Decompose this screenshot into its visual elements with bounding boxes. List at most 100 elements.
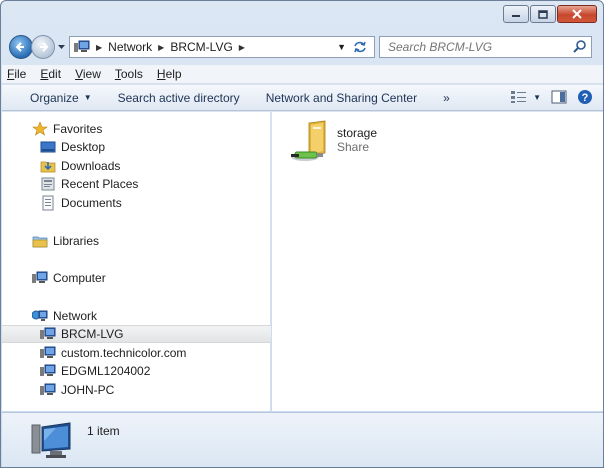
nav-documents[interactable]: Documents: [2, 194, 271, 212]
network-computer-icon: [30, 419, 74, 466]
menu-view-accel: V: [75, 67, 83, 81]
nav-network-john-pc-label: JOHN-PC: [61, 383, 115, 397]
nav-network-label: Network: [53, 309, 98, 323]
menu-tools-label: ools: [120, 67, 143, 81]
preview-pane-button[interactable]: [551, 90, 567, 104]
nav-network-custom-technicolor[interactable]: custom.technicolor.com: [2, 344, 271, 362]
address-bar[interactable]: ▶ Network ▶ BRCM-LVG ▶ ▼: [69, 36, 375, 58]
nav-libraries[interactable]: Libraries: [2, 232, 271, 250]
nav-computer-label: Computer: [53, 271, 106, 285]
share-item-name: storage: [337, 126, 378, 140]
menu-edit-label: dit: [48, 67, 62, 81]
computer-icon: [40, 326, 56, 342]
nav-computer[interactable]: Computer: [2, 269, 271, 287]
computer-icon: [32, 270, 48, 286]
nav-network-edgml1204002[interactable]: EDGML1204002: [2, 362, 271, 380]
details-pane: 1 item: [2, 412, 603, 467]
chevron-down-icon: ▼: [533, 92, 541, 102]
nav-network-custom-technicolor-label: custom.technicolor.com: [61, 346, 187, 360]
close-icon: [572, 9, 582, 19]
maximize-icon: [538, 9, 548, 19]
refresh-icon: [354, 41, 366, 53]
computer-icon: [40, 382, 56, 398]
menu-view[interactable]: View: [75, 67, 101, 81]
recent-places-icon: [40, 176, 56, 192]
organize-button[interactable]: Organize ▼: [30, 91, 92, 105]
forward-button[interactable]: [31, 35, 55, 59]
desktop-icon: [40, 139, 56, 155]
preview-pane-icon: [551, 90, 567, 104]
search-input[interactable]: [388, 40, 568, 54]
nav-recent-places[interactable]: Recent Places: [2, 175, 271, 193]
change-view-button[interactable]: ▼: [510, 90, 541, 104]
menu-view-label: iew: [82, 67, 101, 81]
command-bar: Organize ▼ Search active directory Netwo…: [2, 85, 603, 111]
svg-text:?: ?: [582, 92, 589, 104]
share-item-storage[interactable]: storage Share: [289, 119, 377, 165]
breadcrumb-network[interactable]: Network: [108, 40, 152, 54]
libraries-icon: [32, 233, 48, 249]
more-commands-label: »: [443, 90, 450, 105]
help-button[interactable]: ?: [577, 89, 593, 105]
nav-network-john-pc[interactable]: JOHN-PC: [2, 381, 271, 399]
chevron-down-icon: [57, 44, 65, 49]
network-sharing-center-button[interactable]: Network and Sharing Center: [266, 91, 417, 105]
search-box[interactable]: [379, 36, 592, 58]
search-icon[interactable]: [573, 40, 587, 54]
menu-help-label: elp: [165, 67, 182, 81]
forward-arrow-icon: [40, 42, 49, 52]
view-controls: ▼ ?: [510, 89, 593, 105]
minimize-button[interactable]: [503, 5, 529, 23]
explorer-window: ▶ Network ▶ BRCM-LVG ▶ ▼ File Edit View …: [0, 0, 604, 468]
nav-favorites[interactable]: Favorites: [2, 120, 271, 138]
back-arrow-icon: [15, 42, 24, 52]
network-icon: [74, 40, 90, 52]
star-icon: [32, 121, 48, 137]
nav-downloads-label: Downloads: [61, 159, 121, 173]
menu-bar: File Edit View Tools Help: [2, 65, 603, 84]
menu-file[interactable]: File: [7, 67, 26, 81]
nav-recent-places-label: Recent Places: [61, 177, 139, 191]
breadcrumb-separator[interactable]: ▶: [239, 43, 245, 52]
breadcrumb-separator: ▶: [96, 42, 103, 52]
menu-file-label: ile: [14, 67, 27, 81]
caption-buttons: [503, 5, 597, 23]
nav-desktop-label: Desktop: [61, 140, 106, 154]
computer-icon: [40, 363, 56, 379]
menu-tools[interactable]: Tools: [115, 67, 143, 81]
nav-downloads[interactable]: Downloads: [2, 157, 271, 175]
nav-network-brcm-lvg[interactable]: BRCM-LVG: [2, 325, 271, 343]
navigation-pane: Favorites Desktop Downloads Recent Place…: [2, 112, 271, 411]
maximize-button[interactable]: [530, 5, 556, 23]
nav-network[interactable]: Network: [2, 307, 271, 325]
breadcrumb-brcm-lvg[interactable]: BRCM-LVG: [170, 40, 232, 54]
nav-network-edgml1204002-label: EDGML1204002: [61, 364, 151, 378]
help-icon: ?: [578, 90, 592, 104]
downloads-icon: [40, 158, 56, 174]
content-pane: storage Share: [272, 112, 603, 411]
view-options-icon: [511, 91, 527, 103]
more-commands-button[interactable]: »: [443, 91, 450, 105]
nav-network-brcm-lvg-label: BRCM-LVG: [61, 327, 124, 341]
nav-desktop[interactable]: Desktop: [2, 138, 271, 156]
minimize-icon: [512, 15, 520, 17]
documents-icon: [40, 195, 56, 211]
recent-pages-dropdown[interactable]: [55, 37, 67, 57]
menu-help-accel: H: [156, 67, 166, 81]
refresh-button[interactable]: [350, 39, 370, 55]
network-sharing-center-label: Network and Sharing Center: [265, 90, 418, 105]
nav-libraries-label: Libraries: [53, 234, 100, 248]
menu-edit[interactable]: Edit: [40, 67, 61, 81]
address-dropdown[interactable]: ▼: [337, 42, 346, 52]
search-active-directory-button[interactable]: Search active directory: [118, 91, 240, 105]
computer-icon: [40, 345, 56, 361]
close-button[interactable]: [557, 5, 597, 23]
address-row: ▶ Network ▶ BRCM-LVG ▶ ▼: [9, 35, 599, 59]
nav-favorites-label: Favorites: [53, 122, 103, 136]
nav-documents-label: Documents: [61, 196, 122, 210]
organize-label: Organize: [30, 90, 79, 105]
share-item-type: Share: [337, 140, 370, 154]
menu-help[interactable]: Help: [157, 67, 182, 81]
search-active-directory-label: Search active directory: [117, 90, 240, 105]
back-button[interactable]: [9, 35, 33, 59]
